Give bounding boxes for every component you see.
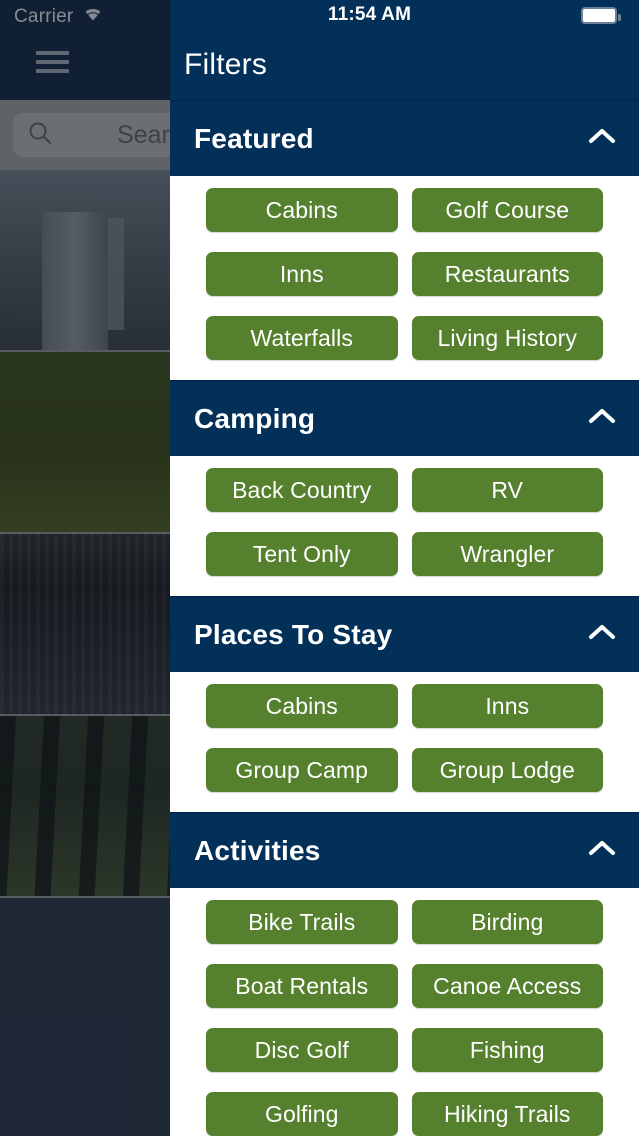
section-body: Back Country RV Tent Only Wrangler bbox=[170, 456, 639, 596]
section-header-activities[interactable]: Activities bbox=[170, 812, 639, 888]
filter-row: Boat Rentals Canoe Access bbox=[180, 964, 629, 1008]
filter-chip-cabins[interactable]: Cabins bbox=[206, 188, 398, 232]
filter-chip-canoe-access[interactable]: Canoe Access bbox=[411, 964, 603, 1008]
filter-row: Cabins Golf Course bbox=[180, 188, 629, 232]
filter-chip-back-country[interactable]: Back Country bbox=[206, 468, 398, 512]
filter-chip-golfing[interactable]: Golfing bbox=[206, 1092, 398, 1136]
filter-chip-group-camp[interactable]: Group Camp bbox=[206, 748, 398, 792]
filter-chip-boat-rentals[interactable]: Boat Rentals bbox=[206, 964, 398, 1008]
chevron-up-icon[interactable] bbox=[587, 406, 617, 431]
filter-chip-group-lodge[interactable]: Group Lodge bbox=[411, 748, 603, 792]
chevron-up-icon[interactable] bbox=[587, 622, 617, 647]
hamburger-line bbox=[36, 69, 69, 73]
battery-icon bbox=[581, 7, 621, 24]
clock: 11:54 AM bbox=[327, 4, 412, 25]
section-header-camping[interactable]: Camping bbox=[170, 380, 639, 456]
search-icon bbox=[27, 120, 53, 151]
filter-chip-living-history[interactable]: Living History bbox=[411, 316, 603, 360]
filter-chip-rv[interactable]: RV bbox=[411, 468, 603, 512]
section-title: Activities bbox=[194, 834, 321, 866]
hamburger-line bbox=[36, 51, 69, 55]
filter-chip-golf-course[interactable]: Golf Course bbox=[411, 188, 603, 232]
hamburger-line bbox=[36, 60, 69, 64]
section-title: Places To Stay bbox=[194, 618, 393, 650]
filter-chip-tent-only[interactable]: Tent Only bbox=[206, 532, 398, 576]
section-body: Cabins Golf Course Inns Restaurants Waterfal… bbox=[170, 176, 639, 380]
carrier-label: Carrier bbox=[14, 6, 74, 27]
filter-chip-wrangler[interactable]: Wrangler bbox=[411, 532, 603, 576]
hamburger-menu-icon[interactable] bbox=[36, 51, 69, 73]
filter-chip-inns[interactable]: Inns bbox=[411, 684, 603, 728]
wifi-icon bbox=[81, 5, 105, 29]
section-header-featured[interactable]: Featured bbox=[170, 100, 639, 176]
filter-chip-bike-trails[interactable]: Bike Trails bbox=[206, 900, 398, 944]
section-title: Camping bbox=[194, 402, 316, 434]
filter-row: Tent Only Wrangler bbox=[180, 532, 629, 576]
filters-screen: Carrier Search 11:54 AM Filters Featured… bbox=[0, 0, 639, 1136]
section-header-places-to-stay[interactable]: Places To Stay bbox=[170, 596, 639, 672]
filter-row: Back Country RV bbox=[180, 468, 629, 512]
chevron-up-icon[interactable] bbox=[587, 126, 617, 151]
filter-sections: Featured Cabins Golf Course Inns Restaurants… bbox=[170, 100, 639, 1136]
filter-row: Golfing Hiking Trails bbox=[180, 1092, 629, 1136]
filter-chip-restaurants[interactable]: Restaurants bbox=[411, 252, 603, 296]
filter-chip-cabins[interactable]: Cabins bbox=[206, 684, 398, 728]
section-title: Featured bbox=[194, 122, 314, 154]
filter-chip-fishing[interactable]: Fishing bbox=[411, 1028, 603, 1072]
filter-row: Disc Golf Fishing bbox=[180, 1028, 629, 1072]
filter-row: Waterfalls Living History bbox=[180, 316, 629, 360]
page-title: Filters bbox=[184, 48, 268, 81]
filter-chip-disc-golf[interactable]: Disc Golf bbox=[206, 1028, 398, 1072]
filter-chip-waterfalls[interactable]: Waterfalls bbox=[206, 316, 398, 360]
panel-header: Filters bbox=[170, 30, 639, 100]
filter-row: Inns Restaurants bbox=[180, 252, 629, 296]
section-body: Cabins Inns Group Camp Group Lodge bbox=[170, 672, 639, 812]
filter-row: Group Camp Group Lodge bbox=[180, 748, 629, 792]
background-status-bar: Carrier bbox=[14, 5, 105, 29]
filter-chip-birding[interactable]: Birding bbox=[411, 900, 603, 944]
filter-chip-inns[interactable]: Inns bbox=[206, 252, 398, 296]
filter-chip-hiking-trails[interactable]: Hiking Trails bbox=[411, 1092, 603, 1136]
chevron-up-icon[interactable] bbox=[587, 838, 617, 863]
filters-panel: 11:54 AM Filters Featured Cabins Golf Cour… bbox=[170, 0, 639, 1136]
filter-row: Cabins Inns bbox=[180, 684, 629, 728]
filter-row: Bike Trails Birding bbox=[180, 900, 629, 944]
panel-status-bar: 11:54 AM bbox=[170, 0, 639, 30]
section-body: Bike Trails Birding Boat Rentals Canoe Acce… bbox=[170, 888, 639, 1136]
